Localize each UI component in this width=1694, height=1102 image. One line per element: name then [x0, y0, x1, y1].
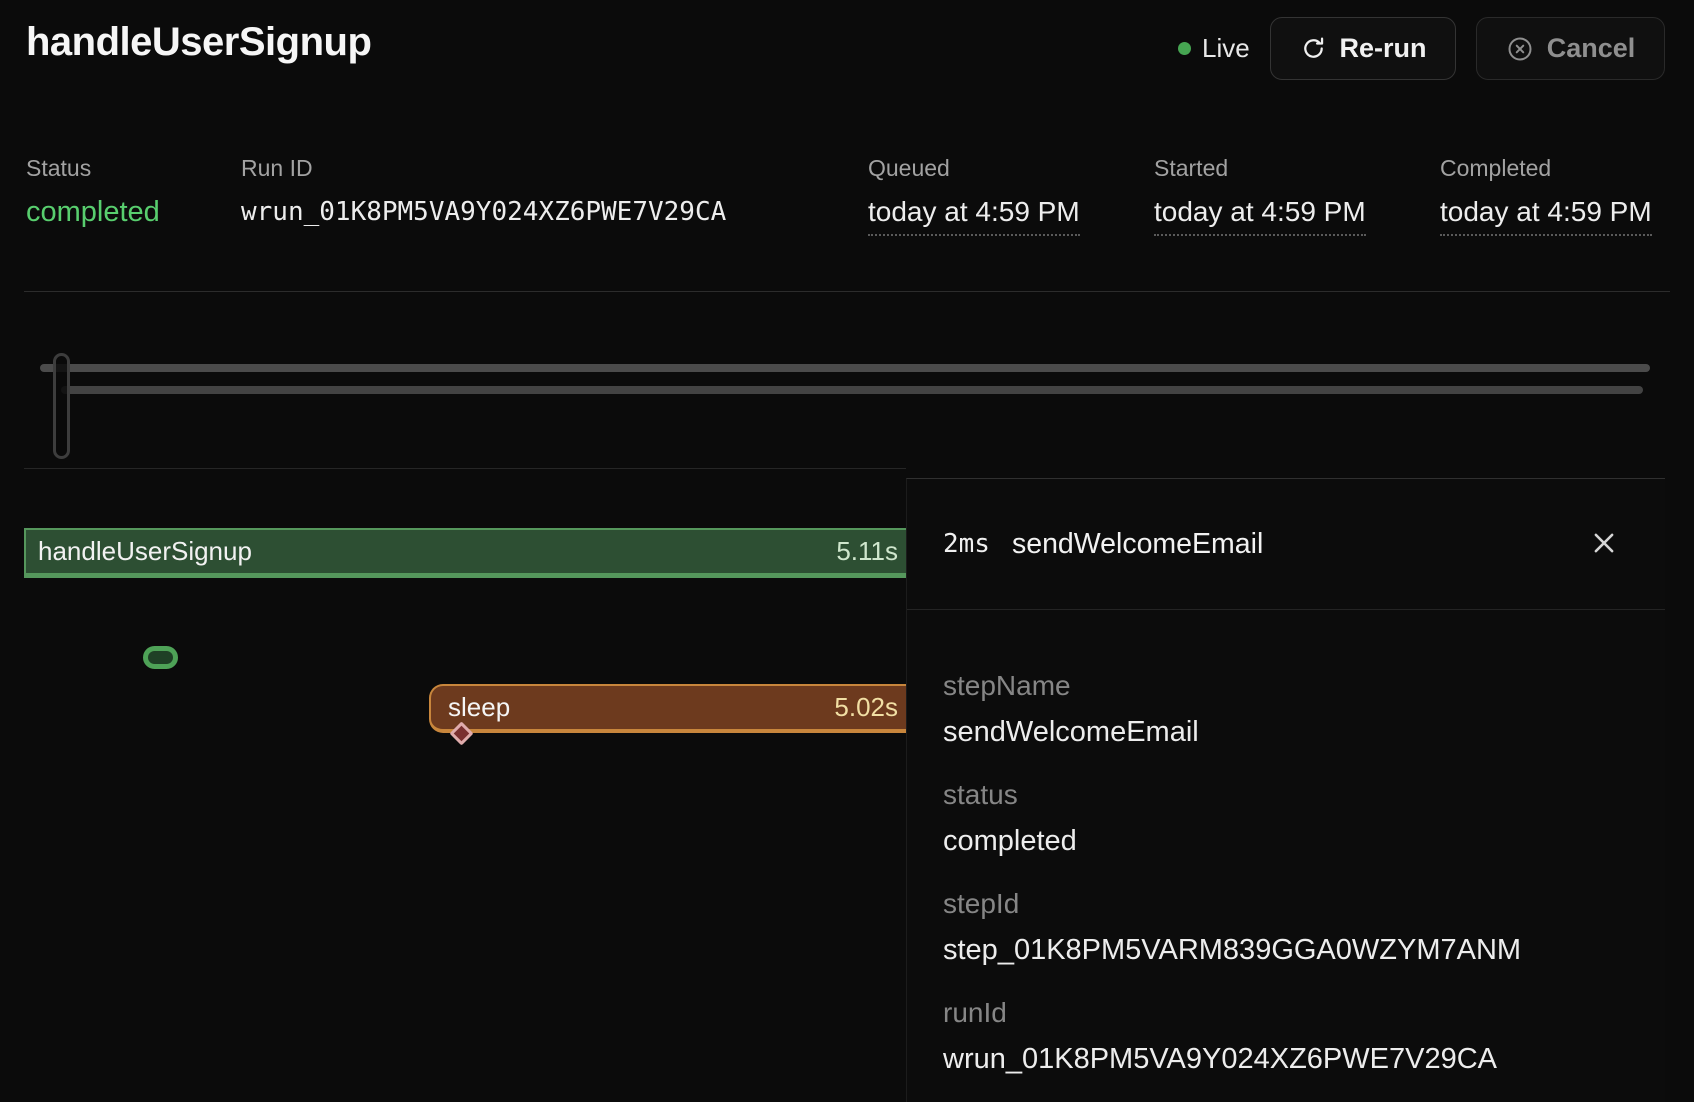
field-label: status [943, 777, 1619, 812]
field-status: status completed [943, 777, 1619, 859]
step-detail-header: 2ms sendWelcomeEmail [907, 479, 1665, 610]
field-label: stepId [943, 886, 1619, 921]
field-value: completed [943, 823, 1619, 859]
page-title: handleUserSignup [26, 20, 371, 65]
meta-started-label: Started [1154, 155, 1366, 182]
step-detail-panel: 2ms sendWelcomeEmail stepName sendWelcom… [906, 478, 1665, 1102]
field-label: runId [943, 995, 1619, 1030]
rerun-button[interactable]: Re-run [1270, 17, 1456, 80]
span-bar-handleUserSignup[interactable]: handleUserSignup 5.11s [24, 528, 906, 578]
minimap-brush-handle[interactable] [53, 353, 70, 459]
meta-started: Started today at 4:59 PM [1154, 155, 1366, 236]
step-title: sendWelcomeEmail [1012, 528, 1263, 561]
meta-completed: Completed today at 4:59 PM [1440, 155, 1652, 236]
step-duration: 2ms [943, 529, 990, 559]
meta-queued: Queued today at 4:59 PM [868, 155, 1080, 236]
span-name: sleep [431, 692, 510, 723]
meta-status-value: completed [26, 195, 160, 229]
field-label: stepName [943, 668, 1619, 703]
span-bar-sleep[interactable]: sleep 5.02s [429, 684, 906, 733]
step-pill-sendWelcomeEmail[interactable] [143, 646, 178, 669]
live-dot-icon [1178, 42, 1191, 55]
span-duration: 5.02s [834, 692, 906, 723]
meta-status: Status completed [26, 155, 160, 229]
rerun-button-label: Re-run [1340, 33, 1427, 64]
cancel-button[interactable]: Cancel [1476, 17, 1665, 80]
refresh-icon [1300, 35, 1327, 62]
live-label: Live [1202, 33, 1250, 64]
meta-queued-value: today at 4:59 PM [868, 195, 1080, 236]
meta-completed-value: today at 4:59 PM [1440, 195, 1652, 236]
close-icon [1589, 528, 1619, 561]
field-value: step_01K8PM5VARM839GGA0WZYM7ANM [943, 932, 1619, 968]
meta-run-id-label: Run ID [241, 155, 726, 182]
cancel-button-label: Cancel [1547, 33, 1636, 64]
span-name: handleUserSignup [26, 536, 252, 567]
field-value: sendWelcomeEmail [943, 714, 1619, 750]
workflow-run-page: handleUserSignup Live Re-run Cancel Stat… [0, 0, 1694, 1102]
step-detail-fields: stepName sendWelcomeEmail status complet… [907, 610, 1665, 1077]
meta-run-id: Run ID wrun_01K8PM5VA9Y024XZ6PWE7V29CA [241, 155, 726, 229]
meta-queued-label: Queued [868, 155, 1080, 182]
circle-x-icon [1506, 35, 1534, 63]
minimap-span-bar-1 [40, 364, 1650, 372]
field-runId: runId wrun_01K8PM5VA9Y024XZ6PWE7V29CA [943, 995, 1619, 1077]
meta-run-id-value: wrun_01K8PM5VA9Y024XZ6PWE7V29CA [241, 195, 726, 229]
field-value: wrun_01K8PM5VA9Y024XZ6PWE7V29CA [943, 1041, 1619, 1077]
waterfall-divider [24, 468, 906, 469]
header-divider [24, 291, 1670, 292]
timeline-minimap[interactable] [0, 300, 1694, 470]
field-stepName: stepName sendWelcomeEmail [943, 668, 1619, 750]
close-panel-button[interactable] [1587, 527, 1621, 561]
span-duration: 5.11s [836, 536, 906, 567]
field-stepId: stepId step_01K8PM5VARM839GGA0WZYM7ANM [943, 886, 1619, 968]
live-indicator: Live [1178, 33, 1250, 63]
meta-started-value: today at 4:59 PM [1154, 195, 1366, 236]
meta-status-label: Status [26, 155, 160, 182]
minimap-span-bar-2 [61, 386, 1643, 394]
meta-completed-label: Completed [1440, 155, 1652, 182]
